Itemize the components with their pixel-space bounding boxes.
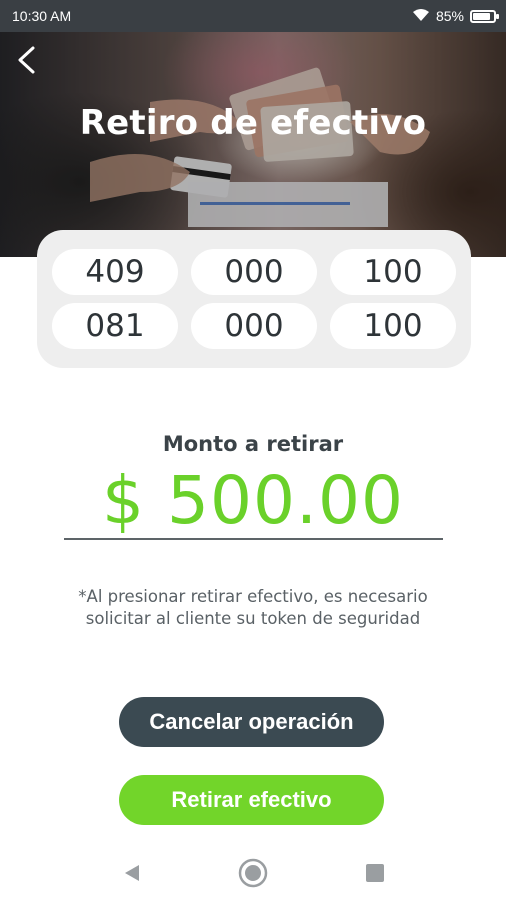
cancel-operation-button[interactable]: Cancelar operación bbox=[119, 697, 384, 747]
nav-recent-button[interactable] bbox=[345, 845, 405, 900]
page-title: Retiro de efectivo bbox=[79, 103, 427, 143]
withdraw-cash-button[interactable]: Retirar efectivo bbox=[119, 775, 384, 825]
account-group-2: 000 bbox=[191, 249, 317, 295]
battery-icon bbox=[470, 9, 499, 23]
nav-home-icon bbox=[238, 858, 268, 887]
amount-underline bbox=[64, 538, 443, 540]
disclaimer-line-1: *Al presionar retirar efectivo, es neces… bbox=[78, 587, 428, 606]
amount-value: $ 500.00 bbox=[102, 462, 404, 539]
system-nav-bar bbox=[0, 845, 506, 900]
wifi-icon bbox=[412, 8, 430, 25]
hero-shade bbox=[0, 32, 506, 257]
status-time: 10:30 AM bbox=[12, 8, 72, 24]
battery-fill bbox=[473, 12, 490, 20]
nav-back-icon bbox=[125, 864, 139, 881]
nav-back-button[interactable] bbox=[102, 845, 162, 900]
disclaimer-text: *Al presionar retirar efectivo, es neces… bbox=[40, 586, 466, 630]
nav-recent-icon bbox=[366, 863, 384, 882]
status-icons: 85% bbox=[412, 8, 499, 25]
account-group-6: 100 bbox=[330, 303, 456, 349]
account-group-5: 000 bbox=[191, 303, 317, 349]
chevron-left-icon bbox=[18, 46, 35, 74]
account-group-1: 409 bbox=[52, 249, 178, 295]
account-group-4: 081 bbox=[52, 303, 178, 349]
account-number-panel: 409 000 100 081 000 100 bbox=[37, 230, 471, 368]
amount-label: Monto a retirar bbox=[162, 432, 344, 456]
account-group-3: 100 bbox=[330, 249, 456, 295]
back-button[interactable] bbox=[8, 40, 44, 80]
hero-photo bbox=[0, 32, 506, 257]
nav-home-button[interactable] bbox=[223, 845, 283, 900]
battery-percent: 85% bbox=[435, 8, 464, 24]
status-bar: 10:30 AM 85% bbox=[0, 0, 506, 32]
disclaimer-line-2: solicitar al cliente su token de segurid… bbox=[85, 609, 421, 628]
